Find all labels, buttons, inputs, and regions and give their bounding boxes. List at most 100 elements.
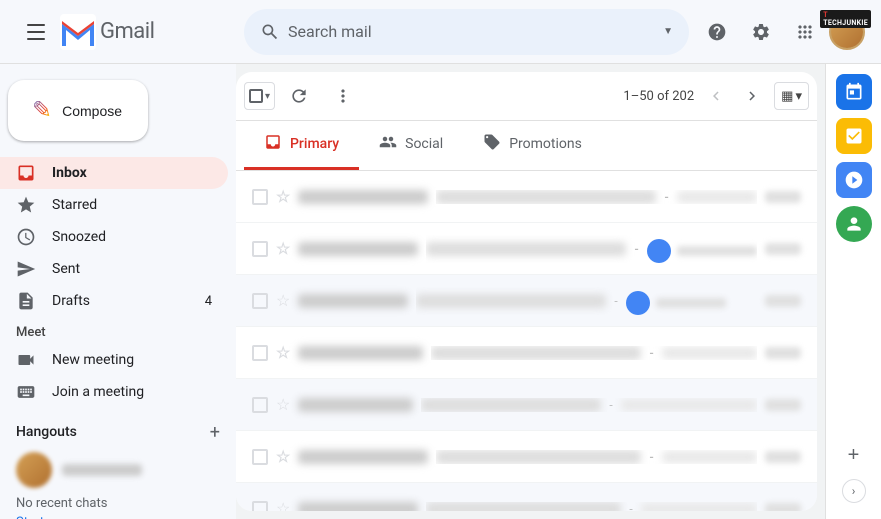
sidebar-item-new-meeting[interactable]: New meeting [0,344,228,376]
email-content: - [426,235,757,263]
sidebar-item-drafts[interactable]: Drafts 4 [0,285,228,317]
start-new-chat[interactable]: Start a new one [0,515,236,519]
right-tasks-icon[interactable] [834,116,874,156]
video-icon [16,350,36,370]
promotions-tab-icon [483,133,501,155]
email-subject [431,346,641,360]
email-subject [436,190,656,204]
page-info: 1–50 of 202 [623,89,694,104]
hangouts-title: Hangouts [16,424,77,440]
email-star[interactable]: ☆ [276,239,290,258]
email-subject [426,502,621,512]
right-add-button[interactable]: + [834,435,874,475]
more-options-button[interactable] [323,76,363,116]
tab-primary[interactable]: Primary [244,121,359,170]
email-checkbox[interactable] [252,293,268,309]
email-checkbox[interactable] [252,449,268,465]
hangouts-header: Hangouts + [0,416,236,448]
email-sender [298,450,428,464]
toolbar-pagination: 1–50 of 202 ▦ ▾ [623,82,809,110]
view-toggle-arrow: ▾ [795,89,802,104]
table-row[interactable]: ☆ - [236,223,817,275]
email-preview [677,191,757,203]
tab-promotions[interactable]: Promotions [463,121,602,170]
tab-social[interactable]: Social [359,121,463,170]
right-keep-icon[interactable] [834,160,874,200]
sidebar-item-starred[interactable]: Starred [0,189,228,221]
search-bar[interactable]: Search mail ▼ [244,9,689,55]
new-meeting-label: New meeting [52,352,212,368]
prev-page-button[interactable] [702,82,730,110]
view-toggle[interactable]: ▦ ▾ [774,82,809,110]
right-contacts-icon[interactable] [834,204,874,244]
email-star[interactable]: ☆ [276,447,290,466]
meet-section-label: Meet [0,317,236,344]
refresh-button[interactable] [279,76,319,116]
gmail-text: Gmail [100,19,154,44]
hangouts-section: Hangouts + No recent chats Start a new o… [0,408,236,519]
starred-label: Starred [52,197,212,213]
email-preview [662,451,757,463]
email-star[interactable]: ☆ [276,499,290,511]
email-star[interactable]: ☆ [276,187,290,206]
gmail-logo[interactable]: Gmail [60,14,154,50]
content-area: ▾ 1–50 of 202 ▦ ▾ [236,72,817,511]
settings-button[interactable] [741,12,781,52]
email-sender [298,502,418,512]
email-star[interactable]: ☆ [276,395,290,414]
hangouts-add-button[interactable]: + [210,422,220,443]
email-sender [298,346,423,360]
topbar: Gmail Search mail ▼ T TECHJUNKIE [0,0,881,64]
email-checkbox[interactable] [252,397,268,413]
email-date [765,399,801,411]
right-expand-button[interactable]: › [842,479,866,503]
clock-icon [16,227,36,247]
draft-icon [16,291,36,311]
email-thread-text [677,246,757,256]
right-calendar-icon[interactable] [834,72,874,112]
inbox-label: Inbox [52,165,212,181]
sent-label: Sent [52,261,212,277]
sidebar-item-join-meeting[interactable]: Join a meeting [0,376,228,408]
checkbox-dropdown-icon: ▾ [265,91,270,102]
email-date [765,243,801,255]
table-row[interactable]: ☆ - [236,327,817,379]
email-star[interactable]: ☆ [276,291,290,310]
email-checkbox[interactable] [252,241,268,257]
sidebar-item-inbox[interactable]: Inbox [0,157,228,189]
email-star[interactable]: ☆ [276,343,290,362]
email-list: ☆ - ☆ - [236,171,817,511]
email-thread-avatar [647,239,671,263]
table-row[interactable]: ☆ - [236,171,817,223]
sidebar: ✎ Compose Inbox Starred Snoozed [0,64,236,519]
email-checkbox[interactable] [252,189,268,205]
sidebar-item-sent[interactable]: Sent [0,253,228,285]
table-row[interactable]: ☆ - [236,275,817,327]
help-icon [707,22,727,42]
apps-button[interactable] [785,12,825,52]
table-row[interactable]: ☆ - [236,431,817,483]
social-tab-icon [379,133,397,155]
email-thread-avatar [626,291,650,315]
keyboard-icon [16,382,36,402]
select-all-checkbox[interactable]: ▾ [244,82,275,110]
search-placeholder: Search mail [288,22,655,41]
compose-button[interactable]: ✎ Compose [8,80,148,141]
menu-button[interactable] [16,12,56,52]
sidebar-item-snoozed[interactable]: Snoozed [0,221,228,253]
profile-area[interactable]: T TECHJUNKIE [829,14,865,50]
social-tab-label: Social [405,136,443,152]
toolbar-left: ▾ [244,76,363,116]
table-row[interactable]: ☆ - [236,483,817,511]
next-page-button[interactable] [738,82,766,110]
email-checkbox[interactable] [252,345,268,361]
hangouts-user-item[interactable] [0,448,236,492]
table-row[interactable]: ☆ - [236,379,817,431]
email-checkbox[interactable] [252,501,268,512]
search-icon [260,22,280,42]
drafts-label: Drafts [52,293,189,309]
toolbar: ▾ 1–50 of 202 ▦ ▾ [236,72,817,121]
email-sender [298,242,418,256]
help-button[interactable] [697,12,737,52]
email-date [765,347,801,359]
